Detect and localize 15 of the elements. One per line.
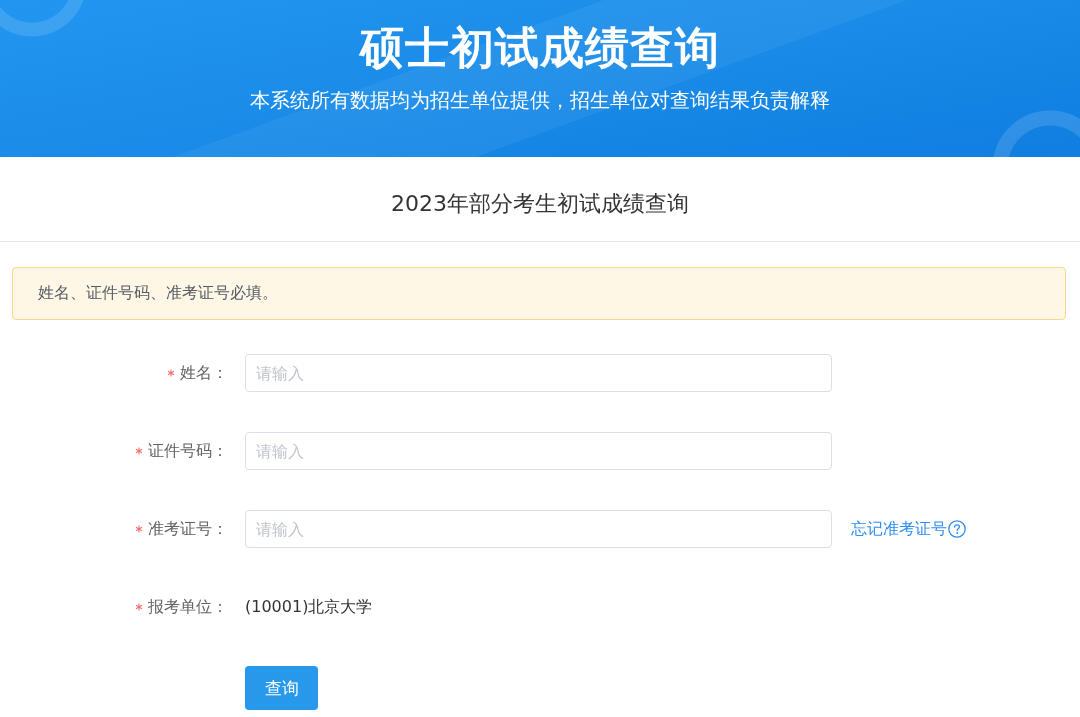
help-icon (948, 520, 966, 538)
field-value: (10001)北京大学 (245, 596, 373, 618)
section-heading: 2023年部分考生初试成绩查询 (390, 190, 690, 218)
field-label: 准考证号： (148, 518, 228, 540)
forgot-number-link[interactable]: 忘记准考证号 (851, 518, 966, 540)
text-input[interactable]: 请输入 (245, 510, 832, 548)
field-label: 姓名： (180, 362, 228, 384)
header-subtitle: 本系统所有数据均为招生单位提供，招生单位对查询结果负责解释 (249, 87, 831, 114)
query-button[interactable]: 查询 (245, 666, 318, 710)
alert-text: 姓名、证件号码、准考证号必填。 (38, 283, 278, 304)
field-label: 证件号码： (148, 440, 228, 462)
text-input[interactable]: 请输入 (245, 432, 832, 470)
text-input[interactable]: 请输入 (245, 354, 832, 392)
field-label: 报考单位： (148, 596, 228, 618)
page-title: 硕士初试成绩查询 (358, 21, 721, 75)
